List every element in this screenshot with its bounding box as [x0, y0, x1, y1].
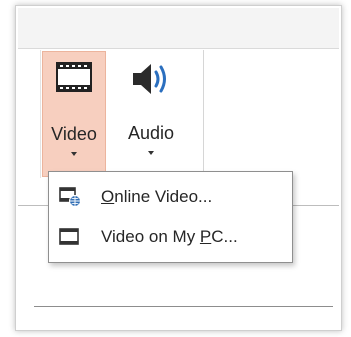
speaker-icon: [131, 61, 171, 102]
chevron-down-icon: [148, 151, 154, 155]
menu-item-label: Online Video...: [101, 187, 213, 206]
ribbon-tab-strip: [18, 8, 339, 49]
video-dropdown-menu: Online Video... Video on My PC...: [48, 171, 293, 263]
content-divider: [34, 306, 333, 307]
audio-button-label: Audio: [127, 123, 175, 143]
film-strip-icon: [59, 227, 81, 252]
menu-item-online-video[interactable]: Online Video...: [51, 178, 290, 216]
video-button[interactable]: Video: [42, 51, 106, 177]
online-video-icon: [59, 187, 81, 212]
film-strip-icon: [56, 62, 92, 97]
audio-button[interactable]: Audio: [111, 51, 191, 177]
menu-item-video-on-my-pc[interactable]: Video on My PC...: [51, 218, 290, 256]
menu-item-label: Video on My PC...: [101, 227, 238, 246]
group-divider: [203, 50, 204, 178]
group-divider-left: [40, 50, 41, 178]
video-button-label: Video: [51, 124, 97, 144]
chevron-down-icon: [71, 152, 77, 156]
